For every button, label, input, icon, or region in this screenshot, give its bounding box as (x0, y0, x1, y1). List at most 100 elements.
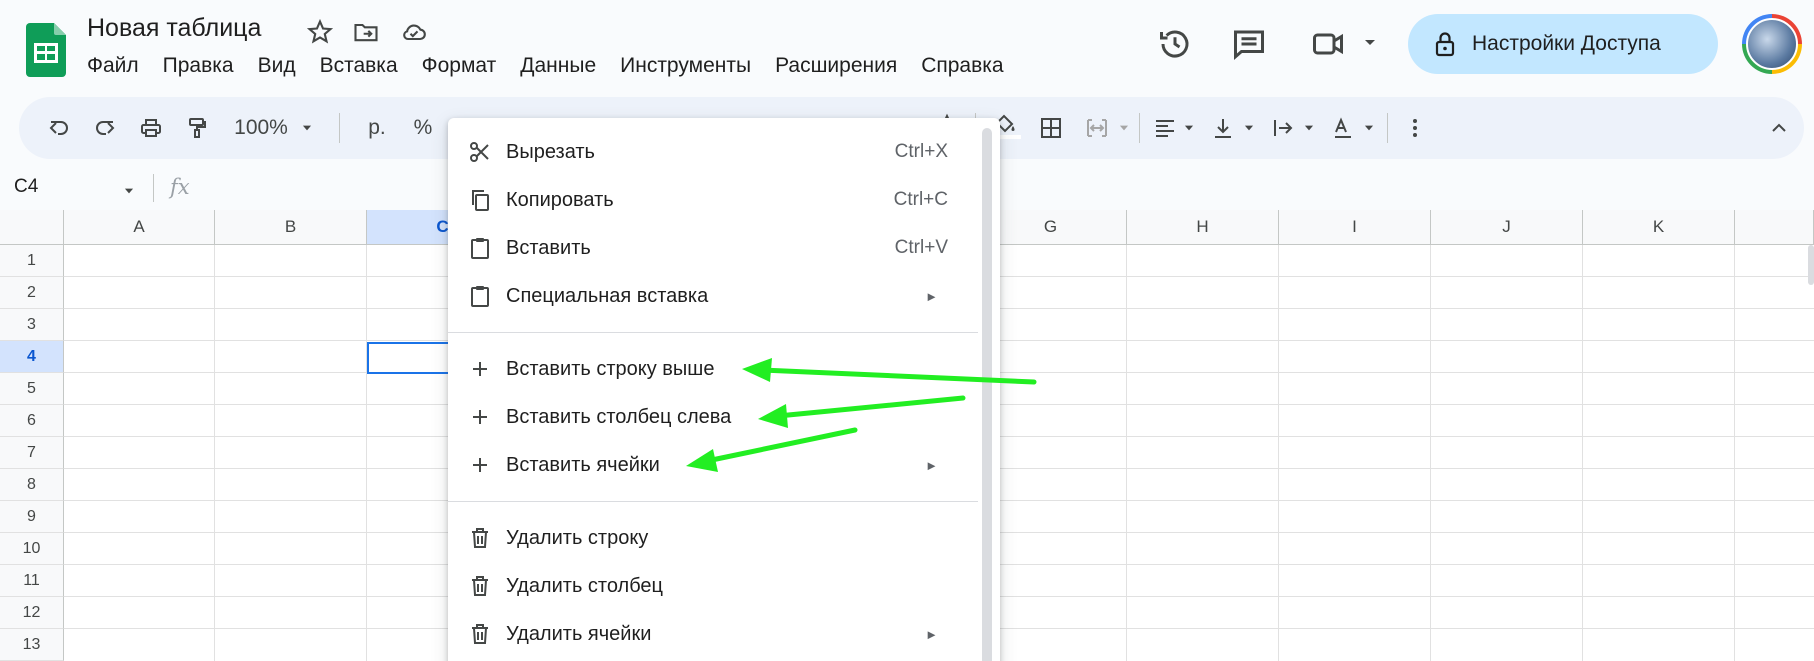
menu-item-insert-cells[interactable]: Вставить ячейки ► (448, 441, 978, 489)
menu-item-delete-column[interactable]: Удалить столбец (448, 562, 978, 610)
menu-insert[interactable]: Вставка (320, 54, 398, 78)
redo-icon[interactable] (87, 97, 123, 159)
menu-scrollbar[interactable] (982, 128, 992, 661)
menu-extensions[interactable]: Расширения (775, 54, 897, 78)
trash-icon (472, 528, 488, 548)
star-icon[interactable] (306, 18, 334, 46)
row-header[interactable]: 5 (0, 373, 64, 405)
shortcut-label: Ctrl+X (894, 141, 948, 162)
row-header[interactable]: 2 (0, 277, 64, 309)
row-header[interactable]: 7 (0, 437, 64, 469)
context-menu: Вырезать Ctrl+X Копировать Ctrl+C Встави… (448, 118, 1000, 661)
align-left-icon[interactable] (1147, 97, 1183, 159)
align-chevron-icon[interactable] (1181, 97, 1197, 159)
menu-item-paste-special[interactable]: Специальная вставка ► (448, 272, 978, 320)
percent-format-button[interactable]: % (405, 97, 441, 159)
vertical-align-icon[interactable] (1205, 97, 1241, 159)
column-header[interactable]: B (215, 210, 367, 245)
menu-item-cut[interactable]: Вырезать Ctrl+X (448, 128, 978, 176)
merge-cells-icon[interactable] (1079, 97, 1115, 159)
undo-icon[interactable] (41, 97, 77, 159)
submenu-arrow-icon: ► (925, 626, 938, 642)
row-header-selected[interactable]: 4 (0, 341, 64, 373)
share-button-label: Настройки Доступа (1472, 32, 1661, 55)
plus-icon (473, 410, 487, 424)
paint-format-icon[interactable] (179, 97, 215, 159)
menu-item-delete-row[interactable]: Удалить строку (448, 514, 978, 562)
row-header[interactable]: 13 (0, 629, 64, 661)
menu-file[interactable]: Файл (87, 54, 139, 78)
row-header[interactable]: 10 (0, 533, 64, 565)
version-history-icon[interactable] (1157, 26, 1193, 62)
menu-bar: Файл Правка Вид Вставка Формат Данные Ин… (87, 54, 1028, 78)
menu-view[interactable]: Вид (258, 54, 296, 78)
document-title[interactable]: Новая таблица (87, 14, 261, 43)
menu-item-insert-row-above[interactable]: Вставить строку выше (448, 345, 978, 393)
meet-video-icon[interactable] (1310, 26, 1346, 62)
name-box[interactable]: C4 (14, 176, 38, 198)
column-header[interactable]: I (1279, 210, 1431, 245)
row-header[interactable]: 6 (0, 405, 64, 437)
row-header[interactable]: 1 (0, 245, 64, 277)
more-options-icon[interactable] (1397, 97, 1433, 159)
menu-item-label: Вырезать (506, 140, 595, 163)
menu-divider (448, 332, 978, 333)
menu-item-label: Вставить (506, 236, 591, 259)
column-header[interactable]: H (1127, 210, 1279, 245)
column-header[interactable]: J (1431, 210, 1583, 245)
shortcut-label: Ctrl+V (894, 237, 948, 258)
clipboard-icon (471, 238, 489, 259)
column-header-partial[interactable] (1735, 210, 1814, 245)
merge-chevron-icon[interactable] (1115, 97, 1133, 159)
chevron-down-icon[interactable] (1358, 30, 1382, 54)
lock-icon (1435, 32, 1455, 57)
menu-item-label: Копировать (506, 188, 614, 211)
print-icon[interactable] (133, 97, 169, 159)
menu-item-label: Специальная вставка (506, 284, 709, 307)
menu-item-paste[interactable]: Вставить Ctrl+V (448, 224, 978, 272)
column-header[interactable]: K (1583, 210, 1735, 245)
row-header[interactable]: 9 (0, 501, 64, 533)
menu-format[interactable]: Формат (422, 54, 497, 78)
row-header[interactable]: 11 (0, 565, 64, 597)
collapse-toolbar-icon[interactable] (1761, 97, 1797, 159)
comments-icon[interactable] (1231, 26, 1267, 62)
menu-item-label: Удалить ячейки (506, 622, 652, 645)
vertical-scrollbar[interactable] (1808, 245, 1814, 285)
column-header[interactable]: A (64, 210, 215, 245)
menu-help[interactable]: Справка (921, 54, 1003, 78)
toolbar-divider (339, 113, 340, 143)
text-rotation-chevron-icon[interactable] (1361, 97, 1377, 159)
vertical-align-chevron-icon[interactable] (1241, 97, 1257, 159)
menu-edit[interactable]: Правка (163, 54, 234, 78)
plus-icon (473, 362, 487, 376)
row-header[interactable]: 3 (0, 309, 64, 341)
clipboard-icon (471, 286, 489, 307)
name-box-chevron-icon[interactable] (122, 184, 136, 198)
row-header[interactable]: 12 (0, 597, 64, 629)
cloud-status-icon[interactable] (400, 18, 428, 46)
menu-item-label: Удалить столбец (506, 574, 664, 597)
plus-icon (473, 458, 487, 472)
menu-data[interactable]: Данные (520, 54, 596, 78)
menu-item-insert-column-left[interactable]: Вставить столбец слева (448, 393, 978, 441)
menu-item-delete-cells[interactable]: Удалить ячейки ► (448, 610, 978, 658)
select-all-corner[interactable] (0, 210, 64, 245)
text-wrap-icon[interactable] (1265, 97, 1301, 159)
submenu-arrow-icon: ► (925, 457, 938, 473)
sheets-logo-icon[interactable] (26, 23, 66, 77)
scissors-icon (470, 142, 489, 162)
avatar[interactable] (1742, 14, 1802, 74)
menu-tools[interactable]: Инструменты (620, 54, 751, 78)
zoom-select[interactable]: 100% (229, 97, 293, 159)
zoom-chevron-icon[interactable] (295, 97, 319, 159)
move-folder-icon[interactable] (352, 18, 380, 46)
currency-format-button[interactable]: р. (359, 97, 395, 159)
toolbar-divider (1139, 113, 1140, 143)
text-wrap-chevron-icon[interactable] (1301, 97, 1317, 159)
menu-item-copy[interactable]: Копировать Ctrl+C (448, 176, 978, 224)
borders-icon[interactable] (1033, 97, 1069, 159)
share-button[interactable]: Настройки Доступа (1408, 14, 1718, 74)
text-rotation-icon[interactable] (1325, 97, 1361, 159)
row-header[interactable]: 8 (0, 469, 64, 501)
